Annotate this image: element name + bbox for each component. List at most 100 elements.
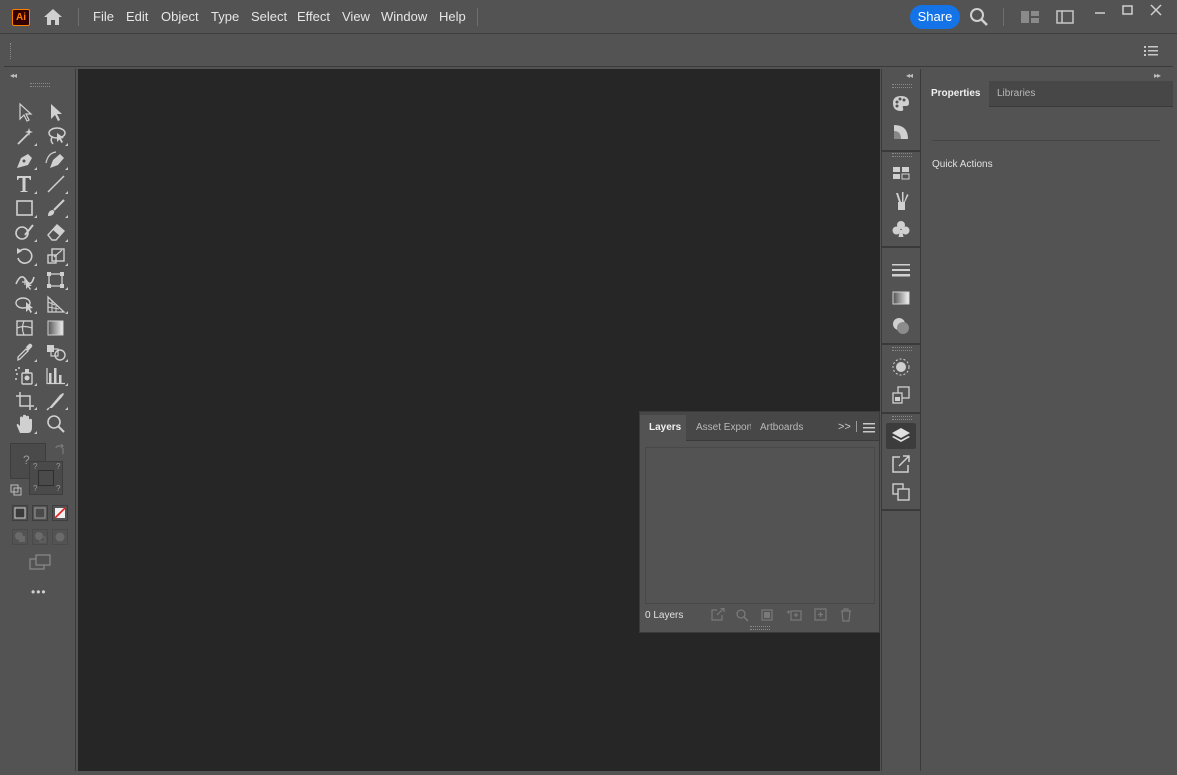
pen-tool[interactable]: [13, 149, 37, 171]
selection-tool[interactable]: [13, 101, 37, 123]
color-guide-panel-button[interactable]: [890, 121, 912, 143]
menu-select[interactable]: Select: [251, 9, 287, 24]
screen-mode-button[interactable]: [28, 553, 52, 571]
menu-help[interactable]: Help: [439, 9, 466, 24]
width-tool[interactable]: [13, 269, 37, 291]
properties-collapse-button[interactable]: ▸▸: [1154, 71, 1161, 80]
toolbar-grip[interactable]: [30, 83, 50, 87]
line-segment-tool[interactable]: [44, 173, 68, 195]
graphic-styles-panel-button[interactable]: [890, 384, 912, 406]
layers-panel: Layers Asset Export Artboards >> 0 Layer…: [639, 411, 880, 633]
tab-artboards[interactable]: Artboards: [751, 415, 815, 441]
direct-selection-tool[interactable]: [44, 101, 68, 123]
gradient-mode-button[interactable]: [32, 505, 48, 521]
layers-panel-button[interactable]: [890, 425, 912, 447]
search-button[interactable]: [969, 7, 989, 27]
draw-inside-icon: [55, 532, 65, 542]
column-graph-tool[interactable]: [44, 365, 68, 387]
home-button[interactable]: [42, 7, 64, 27]
sublayer-icon: [787, 610, 802, 621]
workspace-switcher-button[interactable]: [1056, 10, 1074, 24]
menu-object[interactable]: Object: [161, 9, 199, 24]
type-tool[interactable]: [13, 173, 37, 195]
gradient-tool[interactable]: [44, 317, 68, 339]
dock-collapse-button[interactable]: ◂◂: [906, 71, 913, 80]
symbols-panel-button[interactable]: [890, 218, 912, 240]
lasso-tool[interactable]: [44, 125, 68, 147]
locate-object-button[interactable]: [735, 608, 751, 622]
tab-properties[interactable]: Properties: [922, 81, 990, 107]
paintbrush-tool[interactable]: [44, 197, 68, 219]
shape-builder-tool[interactable]: [13, 293, 37, 315]
scale-tool[interactable]: [44, 245, 68, 267]
menu-edit[interactable]: Edit: [126, 9, 148, 24]
asset-export-panel-button[interactable]: [890, 453, 912, 475]
more-tabs-button[interactable]: >>: [838, 421, 851, 433]
slice-tool[interactable]: [44, 389, 68, 411]
swatches-panel-button[interactable]: [890, 162, 912, 184]
rotate-tool[interactable]: [13, 245, 37, 267]
control-bar-grip[interactable]: [10, 43, 13, 59]
menu-window[interactable]: Window: [381, 9, 427, 24]
menu-view[interactable]: View: [342, 9, 370, 24]
eraser-tool[interactable]: [44, 221, 68, 243]
width-icon: [15, 276, 35, 290]
hand-tool[interactable]: [13, 413, 37, 435]
default-fill-stroke-button[interactable]: [10, 484, 22, 496]
new-layer-icon: [814, 608, 827, 621]
color-panel-button[interactable]: [890, 93, 912, 115]
arrange-documents-button[interactable]: [1020, 10, 1040, 24]
minimize-button[interactable]: [1091, 4, 1109, 18]
brushes-panel-button[interactable]: [890, 190, 912, 212]
dock-group-grip[interactable]: [892, 416, 912, 420]
delete-layer-button[interactable]: [838, 608, 854, 622]
draw-behind-button[interactable]: [32, 529, 48, 545]
draw-inside-button[interactable]: [52, 529, 68, 545]
tab-libraries[interactable]: Libraries: [988, 81, 1044, 107]
dock-group-grip[interactable]: [892, 84, 912, 88]
blend-tool[interactable]: [44, 341, 68, 363]
stroke-swatch[interactable]: ? ? ? ?: [29, 461, 63, 495]
menu-file[interactable]: File: [93, 9, 114, 24]
draw-normal-button[interactable]: [12, 529, 28, 545]
share-button[interactable]: Share: [910, 5, 960, 29]
gradient-panel-button[interactable]: [890, 287, 912, 309]
transparency-panel-button[interactable]: [890, 315, 912, 337]
tab-layers[interactable]: Layers: [640, 415, 686, 441]
zoom-tool[interactable]: [44, 413, 68, 435]
menu-type[interactable]: Type: [211, 9, 239, 24]
appearance-panel-button[interactable]: [890, 356, 912, 378]
control-bar-menu-button[interactable]: [1144, 45, 1158, 57]
free-transform-tool[interactable]: [44, 269, 68, 291]
none-mode-button[interactable]: [52, 505, 68, 521]
stroke-panel-button[interactable]: [890, 259, 912, 281]
shaper-tool[interactable]: [13, 221, 37, 243]
menu-effect[interactable]: Effect: [297, 9, 330, 24]
eyedropper-tool[interactable]: [13, 341, 37, 363]
layers-panel-resize-grip[interactable]: [750, 626, 770, 630]
edit-toolbar-button[interactable]: •••: [31, 585, 47, 599]
tab-asset-export[interactable]: Asset Export: [687, 415, 751, 441]
artboard-tool[interactable]: [13, 389, 37, 411]
create-new-layer-button[interactable]: [813, 608, 829, 622]
mesh-tool[interactable]: [13, 317, 37, 339]
dock-group-grip[interactable]: [892, 153, 912, 157]
rectangle-tool[interactable]: [13, 197, 37, 219]
create-sublayer-button[interactable]: [786, 608, 802, 622]
artboards-panel-button[interactable]: [890, 481, 912, 503]
menu-separator: [78, 8, 79, 26]
color-mode-button[interactable]: [12, 505, 28, 521]
close-button[interactable]: [1147, 3, 1165, 17]
magic-wand-tool[interactable]: [13, 125, 37, 147]
curvature-tool[interactable]: [44, 149, 68, 171]
dock-group-grip[interactable]: [892, 347, 912, 351]
maximize-button[interactable]: [1119, 3, 1137, 17]
swap-fill-stroke-button[interactable]: [54, 444, 66, 456]
symbol-sprayer-tool[interactable]: [13, 365, 37, 387]
layers-panel-menu-button[interactable]: [863, 422, 877, 433]
toolbar-collapse-button[interactable]: ◂◂: [10, 71, 17, 80]
perspective-grid-tool[interactable]: [44, 293, 68, 315]
layers-list[interactable]: [645, 447, 875, 604]
collect-for-export-button[interactable]: [710, 608, 726, 622]
make-clipping-mask-button[interactable]: [760, 608, 776, 622]
